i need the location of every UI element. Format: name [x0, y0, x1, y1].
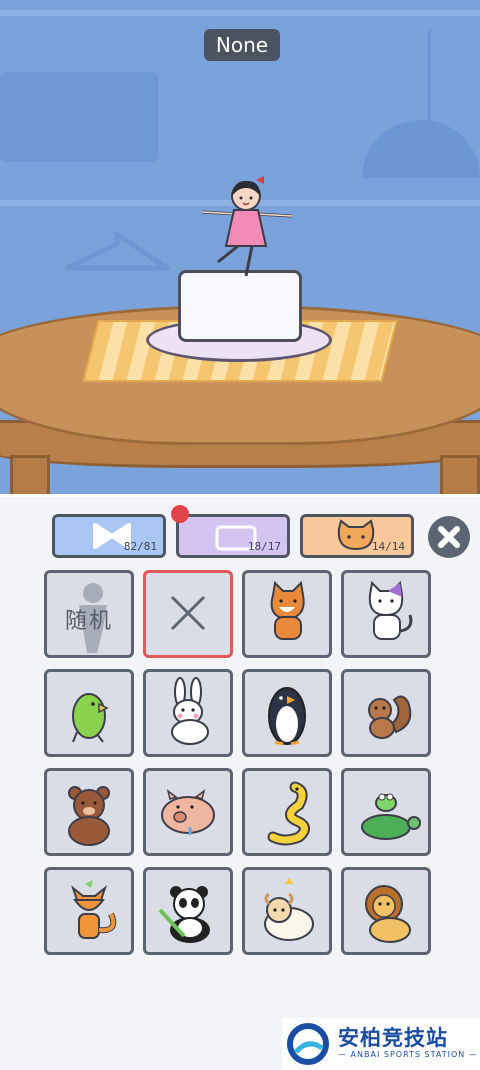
- penguin-icon: [268, 687, 306, 746]
- item-none[interactable]: [143, 570, 233, 658]
- close-icon: [438, 526, 460, 548]
- turtle-frog-icon: [361, 793, 421, 840]
- squirrel-icon: [368, 695, 412, 739]
- game-scene: None: [0, 0, 480, 500]
- watermark: 安柏竞技站 — ANBAI SPORTS STATION —: [282, 1018, 480, 1070]
- fox-icon: [70, 880, 117, 939]
- lamp-cord: [428, 30, 431, 122]
- dancing-girl-character[interactable]: [196, 176, 296, 282]
- panda-icon: [158, 886, 210, 943]
- sheep-icon: [264, 878, 314, 941]
- item-panda[interactable]: [143, 867, 233, 955]
- watermark-logo-icon: [287, 1023, 329, 1065]
- item-lion[interactable]: [341, 867, 431, 955]
- watermark-title: 安柏竞技站: [338, 1026, 448, 1050]
- lion-icon: [365, 885, 411, 943]
- item-rabbit[interactable]: [143, 669, 233, 757]
- tab-count: 14/14: [371, 540, 405, 553]
- tab-count: 18/17: [247, 540, 281, 553]
- item-cat[interactable]: [341, 570, 431, 658]
- random-label: 随机: [64, 609, 113, 634]
- item-pig[interactable]: [143, 768, 233, 856]
- item-parrot[interactable]: [44, 669, 134, 757]
- item-penguin[interactable]: [242, 669, 332, 757]
- item-squirrel[interactable]: [341, 669, 431, 757]
- item-title: None: [204, 29, 280, 61]
- snake-icon: [267, 781, 310, 846]
- notification-badge: [171, 505, 189, 523]
- tab-hat[interactable]: 18/17: [176, 514, 290, 558]
- bear-icon: [68, 786, 110, 846]
- item-fox[interactable]: [44, 867, 134, 955]
- tab-pet[interactable]: 14/14: [300, 514, 414, 558]
- none-x-icon: [170, 595, 206, 631]
- item-sheep[interactable]: [242, 867, 332, 955]
- parrot-icon: [72, 693, 109, 743]
- item-snake[interactable]: [242, 768, 332, 856]
- item-random[interactable]: 随机: [44, 570, 134, 658]
- item-shiba[interactable]: [242, 570, 332, 658]
- shiba-dog-icon: [270, 580, 305, 640]
- background-shelf: [0, 72, 158, 162]
- item-bear[interactable]: [44, 768, 134, 856]
- hanger-icon: [64, 232, 170, 271]
- white-cat-icon: [368, 580, 413, 640]
- watermark-subtitle: — ANBAI SPORTS STATION —: [338, 1050, 478, 1059]
- wall-stripe: [0, 10, 480, 16]
- pig-icon: [161, 789, 215, 835]
- item-turtle-frog[interactable]: [341, 768, 431, 856]
- rabbit-icon: [171, 677, 209, 745]
- close-button[interactable]: [428, 516, 470, 558]
- tab-count: 82/81: [123, 540, 157, 553]
- tab-bow[interactable]: 82/81: [52, 514, 166, 558]
- ceiling-lamp: [362, 120, 480, 178]
